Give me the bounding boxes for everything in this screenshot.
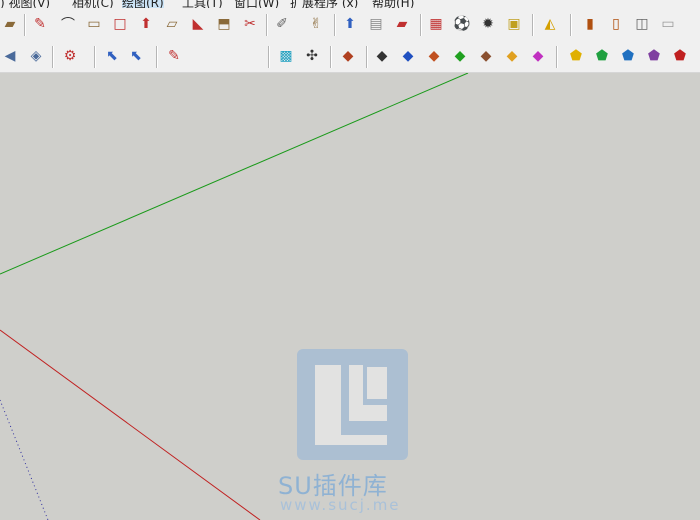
menu-extensions[interactable]: 扩展程序 (x) [290, 0, 358, 8]
materials-icon[interactable]: ✹ [478, 14, 498, 34]
follow-me-icon[interactable]: ◣ [188, 14, 208, 34]
menu-tools[interactable]: 工具(T) [182, 0, 223, 8]
menu-bar: ) 视图(V) 相机(C) 绘图(R) 工具(T) 窗口(W) 扩展程序 (x)… [0, 0, 700, 8]
arrow-red-icon[interactable]: ◆ [476, 46, 496, 66]
eraser-icon[interactable]: ✎ [30, 14, 50, 34]
move-icon[interactable]: ⬆ [136, 14, 156, 34]
arrow-dark-icon[interactable]: ◆ [372, 46, 392, 66]
red-axis [0, 329, 261, 520]
styles-icon[interactable]: ▣ [504, 14, 524, 34]
lasso-icon[interactable]: ⬉ [126, 46, 146, 66]
arrow-blue-icon[interactable]: ◆ [398, 46, 418, 66]
text-icon[interactable]: ⬆ [340, 14, 360, 34]
arrow-orange-icon[interactable]: ◆ [424, 46, 444, 66]
orbit-icon[interactable]: ◀ [0, 46, 20, 66]
arrow-magenta-icon[interactable]: ◆ [528, 46, 548, 66]
cursor-icon[interactable]: ✣ [302, 46, 322, 66]
house-yellow-icon[interactable]: ⬟ [566, 46, 586, 66]
push-pull-icon[interactable]: □ [110, 14, 130, 34]
tape-measure-icon[interactable]: ✂ [240, 14, 260, 34]
select-icon[interactable]: ⬉ [102, 46, 122, 66]
display-section-icon[interactable]: ⚽ [452, 14, 472, 34]
sandbox-icon[interactable]: ◆ [338, 46, 358, 66]
menu-camera[interactable]: 相机(C) [72, 0, 114, 8]
door-icon[interactable]: ▮ [580, 14, 600, 34]
arc-icon[interactable]: ⌒ [58, 14, 78, 34]
rectangle-icon[interactable]: ▭ [84, 14, 104, 34]
zoom-extents-icon[interactable]: ⚙ [60, 46, 80, 66]
house-green-icon[interactable]: ⬟ [592, 46, 612, 66]
protractor-icon[interactable]: ✌ [306, 14, 326, 34]
menu-window[interactable]: 窗口(W) [234, 0, 279, 8]
green-axis [0, 73, 469, 275]
house-red-icon[interactable]: ⬟ [670, 46, 690, 66]
house-blue-icon[interactable]: ⬟ [618, 46, 638, 66]
3d-text-icon[interactable]: ▰ [392, 14, 412, 34]
arrow-green-icon[interactable]: ◆ [450, 46, 470, 66]
house-purple-icon[interactable]: ⬟ [644, 46, 664, 66]
offset-icon[interactable]: ⬒ [214, 14, 234, 34]
dimension-icon[interactable]: ✐ [272, 14, 292, 34]
section-icon[interactable]: ▦ [426, 14, 446, 34]
menu-view[interactable]: ) 视图(V) [0, 0, 50, 8]
watermark-logo-icon [315, 365, 387, 445]
gradient-icon[interactable]: ▩ [276, 46, 296, 66]
rotate-icon[interactable]: ▱ [162, 14, 182, 34]
pan-icon[interactable]: ◈ [26, 46, 46, 66]
menu-help[interactable]: 帮助(H) [372, 0, 414, 8]
toolbar-row-2: ◀ ◈ ⚙ ⬉ ⬉ ✎ ▩ ✣ ◆ ◆ ◆ ◆ ◆ ◆ ◆ ◆ ⬟ ⬟ ⬟ ⬟ … [0, 40, 700, 73]
watermark-logo [297, 349, 408, 460]
watermark-url: www.sucj.me [280, 496, 401, 514]
toolbar-row-1: ▰ ✎ ⌒ ▭ □ ⬆ ▱ ◣ ⬒ ✂ ✐ ✌ ⬆ ▤ ▰ ▦ ⚽ ✹ ▣ ◭ … [0, 8, 700, 41]
scale-icon[interactable]: ▭ [658, 14, 678, 34]
wall-icon[interactable]: ◫ [632, 14, 652, 34]
arrow-yellow-icon[interactable]: ◆ [502, 46, 522, 66]
menu-draw[interactable]: 绘图(R) [122, 0, 164, 8]
blue-axis [0, 399, 49, 520]
note-icon[interactable]: ✎ [164, 46, 184, 66]
shadows-icon[interactable]: ◭ [540, 14, 560, 34]
paint-bucket-icon[interactable]: ▰ [0, 14, 20, 34]
axes-icon[interactable]: ▤ [366, 14, 386, 34]
window-icon[interactable]: ▯ [606, 14, 626, 34]
